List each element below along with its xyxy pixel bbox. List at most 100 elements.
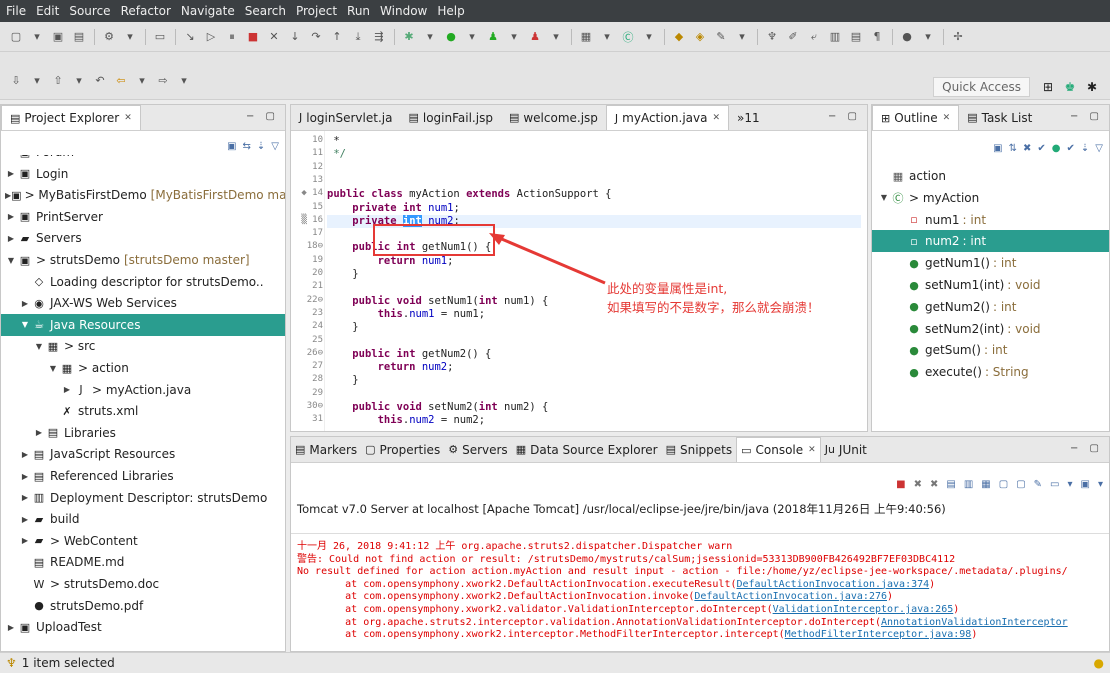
sort-icon[interactable]: ⇅ <box>1009 143 1017 154</box>
editor-tab[interactable]: JmyAction.java ✕ <box>605 105 730 130</box>
tree-item[interactable]: ▶ ▣ Login <box>1 163 285 185</box>
console-tab-markers[interactable]: ▤ Markers <box>291 437 361 462</box>
close-icon[interactable]: ✕ <box>943 113 951 123</box>
view-menu-icon[interactable]: ▽ <box>271 141 279 152</box>
tree-item[interactable]: ▶ ▤ Libraries <box>1 422 285 444</box>
open-console-icon[interactable]: ▣ <box>1081 479 1090 490</box>
block-select-icon[interactable]: ▥ <box>825 27 845 47</box>
outline-item[interactable]: ● setNum1(int) : void <box>872 274 1109 296</box>
search-icon[interactable]: ● <box>897 27 917 47</box>
menu-item-run[interactable]: Run <box>347 4 370 18</box>
tree-toggle-icon[interactable]: ▶ <box>61 385 73 394</box>
dropdown-icon[interactable]: ▾ <box>597 27 617 47</box>
tree-toggle-icon[interactable]: ▼ <box>33 342 45 351</box>
editor-tab[interactable]: ▤ loginFail.jsp <box>400 105 500 130</box>
tree-item[interactable]: ▶ J > myAction.java <box>1 379 285 401</box>
dropdown-icon[interactable]: ▾ <box>120 27 140 47</box>
run-icon[interactable]: ● <box>441 27 461 47</box>
step-return-icon[interactable]: ↑ <box>327 27 347 47</box>
tree-toggle-icon[interactable]: ▶ <box>19 299 31 308</box>
tree-item[interactable]: ▶ ▰ > WebContent <box>1 530 285 552</box>
menu-item-navigate[interactable]: Navigate <box>181 4 235 18</box>
tree-toggle-icon[interactable]: ▶ <box>5 169 17 178</box>
forward-icon[interactable]: ⇨ <box>153 70 173 90</box>
new-java-class-icon[interactable]: Ⓒ <box>618 27 638 47</box>
collapse-all-icon[interactable]: ▣ <box>227 141 236 152</box>
dropdown-icon[interactable]: ▾ <box>732 27 752 47</box>
coverage-icon[interactable]: ♟ <box>525 27 545 47</box>
console-tab-console[interactable]: ▭ Console ✕ <box>736 437 821 462</box>
terminate-icon[interactable]: ■ <box>243 27 263 47</box>
tree-toggle-icon[interactable]: ▼ <box>878 193 890 202</box>
tree-item[interactable]: ▼ ▦ > action <box>1 357 285 379</box>
highlight-icon[interactable]: ✐ <box>783 27 803 47</box>
console-link[interactable]: ValidationInterceptor.java:265 <box>773 604 954 615</box>
minimize-maximize-controls[interactable]: − ▢ <box>1070 111 1103 122</box>
minimize-maximize-controls[interactable]: − ▢ <box>1070 443 1103 454</box>
display-console-icon[interactable]: ▭ <box>1050 479 1059 490</box>
outline-item[interactable]: ▫ num2 : int <box>872 230 1109 253</box>
menu-item-refactor[interactable]: Refactor <box>121 4 171 18</box>
open-task-icon[interactable]: ◈ <box>690 27 710 47</box>
tree-item[interactable]: ▶ ▣ PrintServer <box>1 206 285 228</box>
dropdown-icon[interactable]: ▾ <box>1098 479 1103 490</box>
dropdown-icon[interactable]: ▾ <box>27 27 47 47</box>
tree-item[interactable]: ▶ ▰ build <box>1 508 285 530</box>
outline-item[interactable]: ▼ Ⓒ > myAction <box>872 187 1109 209</box>
menu-item-file[interactable]: File <box>6 4 26 18</box>
tree-item[interactable]: ▶ ▥ Deployment Descriptor: strutsDemo <box>1 487 285 509</box>
dropdown-icon[interactable]: ▾ <box>420 27 440 47</box>
console-tab-snippets[interactable]: ▤ Snippets <box>662 437 737 462</box>
editor-tab[interactable]: JloginServlet.ja <box>291 105 400 130</box>
remove-all-icon[interactable]: ✖ <box>930 479 938 490</box>
console-link[interactable]: DefaultActionInvocation.java:276 <box>694 591 887 602</box>
word-wrap-icon[interactable]: ⤶ <box>804 27 824 47</box>
dropdown-icon[interactable]: ▾ <box>918 27 938 47</box>
java-ee-perspective-icon[interactable]: ♚ <box>1060 77 1080 97</box>
disconnect-icon[interactable]: ✕ <box>264 27 284 47</box>
dropdown-icon[interactable]: ▾ <box>504 27 524 47</box>
console-link[interactable]: AnnotationValidationInterceptor <box>881 617 1068 628</box>
step-into-icon[interactable]: ↓ <box>285 27 305 47</box>
filter-icon[interactable]: ⇣ <box>257 141 265 152</box>
back-icon[interactable]: ⇦ <box>111 70 131 90</box>
code-area[interactable]: this.num2 = num2; public void setNum2(in… <box>327 131 861 431</box>
outline-item[interactable]: ● getSum() : int <box>872 339 1109 361</box>
close-icon[interactable]: ✕ <box>713 113 721 123</box>
scroll-lock-icon[interactable]: ▥ <box>964 479 973 490</box>
dropdown-icon[interactable]: ▾ <box>132 70 152 90</box>
hide-static-icon[interactable]: ✔ <box>1037 143 1045 154</box>
save-icon[interactable]: ▣ <box>48 27 68 47</box>
outline-item[interactable]: ▫ num1 : int <box>872 209 1109 231</box>
show-stdout-icon[interactable]: ▢ <box>999 479 1008 490</box>
tree-item[interactable]: ● strutsDemo.pdf <box>1 595 285 617</box>
resume-icon[interactable]: ▷ <box>201 27 221 47</box>
terminal-icon[interactable]: ▭ <box>150 27 170 47</box>
pen-icon[interactable]: ✎ <box>711 27 731 47</box>
debug-perspective-icon[interactable]: ✱ <box>1082 77 1102 97</box>
menu-item-help[interactable]: Help <box>437 4 464 18</box>
link-with-editor-icon[interactable]: ⇆ <box>243 141 251 152</box>
tree-item[interactable]: ◇ Loading descriptor for strutsDemo.. <box>1 271 285 293</box>
focus-icon[interactable]: ⇣ <box>1081 143 1089 154</box>
tree-item[interactable]: ▶ ▣ UploadTest <box>1 616 285 638</box>
suspend-icon[interactable]: ⏸ <box>222 27 242 47</box>
outline-item[interactable]: ● getNum2() : int <box>872 296 1109 318</box>
show-whitespace-icon[interactable]: ▤ <box>846 27 866 47</box>
next-annotation-icon[interactable]: ⇩ <box>6 70 26 90</box>
tree-toggle-icon[interactable]: ▶ <box>5 234 17 243</box>
close-icon[interactable]: ✕ <box>124 113 132 123</box>
tree-toggle-icon[interactable]: ▶ <box>19 493 31 502</box>
drop-to-frame-icon[interactable]: ⤓ <box>348 27 368 47</box>
outline-item[interactable]: ● setNum2(int) : void <box>872 318 1109 340</box>
remove-launch-icon[interactable]: ✖ <box>914 479 922 490</box>
outline-tab[interactable]: ▤ Task List <box>959 105 1040 130</box>
console-link[interactable]: MethodFilterInterceptor.java:98 <box>785 629 972 640</box>
outline-item[interactable]: ● getNum1() : int <box>872 252 1109 274</box>
outline-tab[interactable]: ⊞ Outline ✕ <box>872 105 960 130</box>
outline-item[interactable]: ● execute() : String <box>872 361 1109 383</box>
show-stderr-icon[interactable]: ▢ <box>1016 479 1025 490</box>
tree-toggle-icon[interactable]: ▶ <box>5 623 17 632</box>
console-link[interactable]: DefaultActionInvocation.java:374 <box>737 579 930 590</box>
dropdown-icon[interactable]: ▾ <box>639 27 659 47</box>
